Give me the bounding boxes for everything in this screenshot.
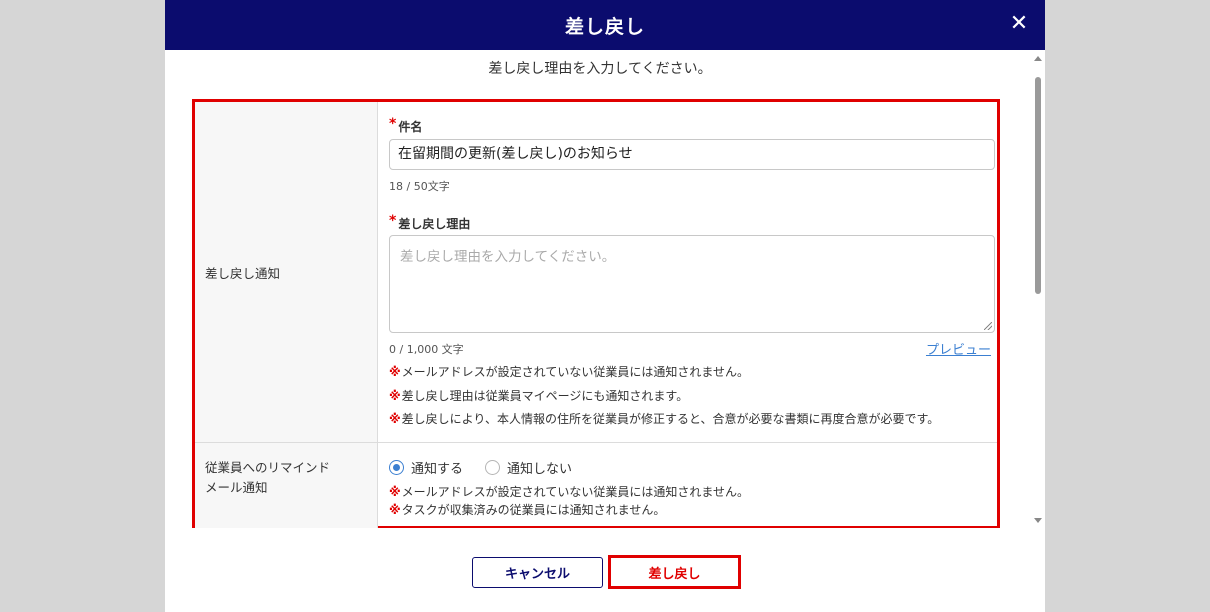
reason-label: * 差し戻し理由 [389, 213, 471, 232]
reason-counter: 0 / 1,000 文字 [389, 343, 464, 356]
note-text: 差し戻しにより、本人情報の住所を従業員が修正すると、合意が必要な書類に再度合意が… [401, 412, 940, 426]
note-mark: ※ [389, 365, 401, 379]
remind-radio-group: 通知する 通知しない [389, 458, 594, 477]
required-mark: * [389, 213, 397, 229]
close-icon[interactable]: ✕ [1007, 12, 1031, 36]
reason-textarea[interactable]: 差し戻し理由を入力してください。 [389, 235, 995, 333]
notice-row-content: * 件名 在留期間の更新(差し戻し)のお知らせ 18 / 50文字 * 差し戻し理由… [379, 102, 997, 442]
remind-row-content: 通知する 通知しない ※メールアドレスが設定されていない従業員には通知されません… [379, 443, 997, 528]
note-text: メールアドレスが設定されていない従業員には通知されません。 [401, 485, 749, 499]
note-item: ※差し戻し理由は従業員マイページにも通知されます。 [389, 387, 688, 404]
note-mark: ※ [389, 412, 401, 426]
instruction-text: 差し戻し理由を入力してください。 [488, 61, 712, 77]
reason-placeholder: 差し戻し理由を入力してください。 [400, 249, 616, 265]
required-mark: * [389, 116, 397, 132]
note-item: ※差し戻しにより、本人情報の住所を従業員が修正すると、合意が必要な書類に再度合意… [389, 410, 939, 427]
scrollbar-thumb[interactable] [1035, 77, 1041, 294]
radio-notify-label: 通知する [411, 462, 464, 477]
note-text: タスクが収集済みの従業員には通知されません。 [401, 503, 666, 517]
cancel-button[interactable]: キャンセル [472, 557, 603, 588]
radio-no-notify-label: 通知しない [507, 462, 573, 477]
radio-notify[interactable]: 通知する [389, 458, 463, 477]
notice-row-label: 差し戻し通知 [195, 102, 378, 442]
remind-row: 従業員へのリマインド メール通知 通知する 通知しない ※メールアドレスが設定さ… [195, 443, 997, 528]
notice-row: 差し戻し通知 * 件名 在留期間の更新(差し戻し)のお知らせ 18 / 50文字 … [195, 102, 997, 443]
subject-input[interactable]: 在留期間の更新(差し戻し)のお知らせ [389, 139, 995, 170]
note-text: 差し戻し理由は従業員マイページにも通知されます。 [401, 389, 689, 403]
subject-label-text: 件名 [398, 120, 423, 134]
dialog-footer: キャンセル 差し戻し [165, 528, 1045, 612]
vertical-scrollbar[interactable] [1031, 50, 1045, 528]
return-button[interactable]: 差し戻し [608, 555, 741, 589]
note-mark: ※ [389, 485, 401, 499]
radio-no-notify-button[interactable] [485, 460, 501, 475]
return-dialog: 差し戻し ✕ 差し戻し理由を入力してください。 差し戻し通知 * 件名 在留期間の… [165, 0, 1045, 612]
preview-link[interactable]: プレビュー [926, 339, 991, 358]
note-item: ※タスクが収集済みの従業員には通知されません。 [389, 501, 665, 518]
note-mark: ※ [389, 503, 401, 517]
dialog-body[interactable]: 差し戻し理由を入力してください。 差し戻し通知 * 件名 在留期間の更新(差し戻し… [165, 50, 1045, 528]
note-text: メールアドレスが設定されていない従業員には通知されません。 [401, 365, 749, 379]
subject-label: * 件名 [389, 116, 423, 135]
note-mark: ※ [389, 389, 401, 403]
dialog-header: 差し戻し ✕ [165, 0, 1045, 50]
reason-label-text: 差し戻し理由 [398, 217, 471, 231]
return-form: 差し戻し通知 * 件名 在留期間の更新(差し戻し)のお知らせ 18 / 50文字 … [192, 99, 1000, 528]
remind-row-label: 従業員へのリマインド メール通知 [195, 443, 378, 528]
resize-grip-icon[interactable] [984, 322, 992, 330]
radio-no-notify[interactable]: 通知しない [485, 458, 572, 477]
dialog-title: 差し戻し [564, 15, 645, 38]
remind-label-line2: メール通知 [205, 480, 268, 495]
radio-notify-button[interactable] [389, 460, 404, 475]
subject-counter: 18 / 50文字 [389, 180, 450, 193]
note-item: ※メールアドレスが設定されていない従業員には通知されません。 [389, 363, 749, 380]
scroll-down-arrow-icon[interactable] [1034, 518, 1042, 523]
remind-label-line1: 従業員へのリマインド [205, 460, 331, 475]
scroll-up-arrow-icon[interactable] [1034, 56, 1042, 61]
note-item: ※メールアドレスが設定されていない従業員には通知されません。 [389, 483, 749, 500]
